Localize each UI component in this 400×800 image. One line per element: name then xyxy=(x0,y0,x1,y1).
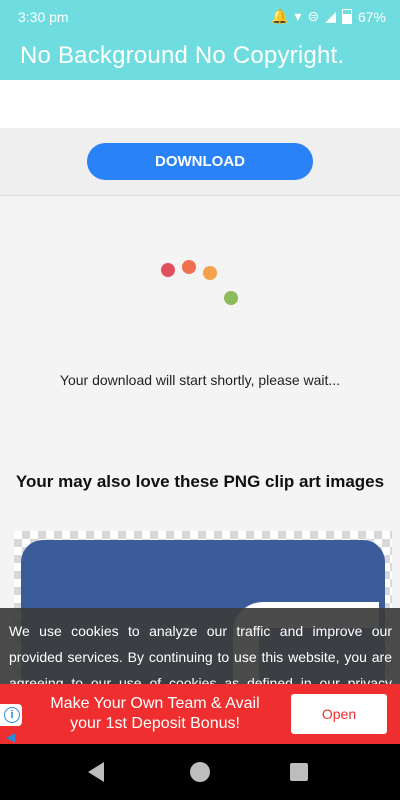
ad-info-badge[interactable]: i xyxy=(0,704,22,726)
loader-dot-3 xyxy=(203,266,217,280)
cookie-notice-text: We use cookies to analyze our traffic an… xyxy=(9,623,392,684)
navigation-bar xyxy=(0,744,400,800)
signal-icon: ◢ xyxy=(325,8,336,24)
status-bar: 3:30 pm 🔔 ▾ ⊜ ◢ 67% xyxy=(0,0,400,34)
battery-icon xyxy=(341,9,352,24)
loader-dot-1 xyxy=(161,263,175,277)
wifi-icon: ▾ xyxy=(294,8,302,24)
ad-open-button[interactable]: Open xyxy=(291,694,387,734)
ad-choices-arrow-icon[interactable]: ◀ xyxy=(6,730,15,744)
ad-text-line1: Make Your Own Team & Avail xyxy=(50,695,260,712)
related-heading: Your may also love these PNG clip art im… xyxy=(15,472,385,491)
cookie-notice[interactable]: We use cookies to analyze our traffic an… xyxy=(0,608,400,684)
notification-bell-icon: 🔔 xyxy=(270,8,289,24)
app-title: No Background No Copyright. xyxy=(20,42,345,69)
info-icon: i xyxy=(4,707,20,723)
status-time: 3:30 pm xyxy=(18,9,69,25)
blank-panel xyxy=(0,80,400,129)
download-button[interactable]: DOWNLOAD xyxy=(87,143,313,180)
battery-percent: 67% xyxy=(357,8,386,25)
home-icon[interactable] xyxy=(190,762,210,782)
status-icons: 🔔 ▾ ⊜ ◢ 67% xyxy=(271,8,386,25)
back-icon[interactable] xyxy=(88,762,104,782)
loader-dot-2 xyxy=(182,260,196,274)
recents-icon[interactable] xyxy=(290,763,308,781)
hotspot-icon: ⊜ xyxy=(307,8,320,24)
ad-text: Make Your Own Team & Avail your 1st Depo… xyxy=(30,694,280,734)
app-bar: No Background No Copyright. xyxy=(0,34,400,80)
loader-dot-4 xyxy=(224,291,238,305)
ad-text-line2: your 1st Deposit Bonus! xyxy=(70,715,240,732)
download-wait-message: Your download will start shortly, please… xyxy=(59,372,341,388)
ad-banner[interactable]: i ◀ Make Your Own Team & Avail your 1st … xyxy=(0,684,400,744)
